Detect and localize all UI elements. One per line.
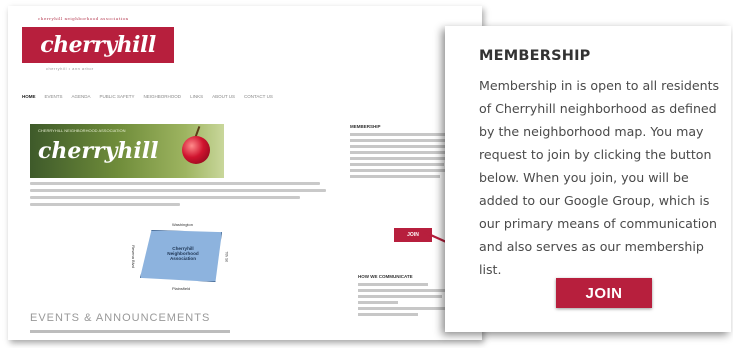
membership-callout: MEMBERSHIP Membership in is open to all … xyxy=(445,26,731,332)
callout-body: Membership in is open to all residents o… xyxy=(479,78,720,277)
events-first-item xyxy=(30,330,230,333)
site-nav: Home Events Agenda Public Safety Neighbo… xyxy=(22,94,352,99)
nav-item-home[interactable]: Home xyxy=(22,94,36,99)
callout-title: MEMBERSHIP xyxy=(479,48,591,64)
sidebar-join-button[interactable]: JOIN xyxy=(394,228,432,242)
cherry-icon xyxy=(182,136,210,164)
map-label-east: 7th St xyxy=(224,251,230,262)
nav-item-events[interactable]: Events xyxy=(45,94,63,99)
nav-item-contact-us[interactable]: Contact Us xyxy=(244,94,273,99)
nav-item-public-safety[interactable]: Public Safety xyxy=(100,94,135,99)
banner-title: cherryhill xyxy=(38,138,159,164)
join-button[interactable]: JOIN xyxy=(556,278,652,308)
hero-banner: CHERRYHILL NEIGHBORHOOD ASSOCIATION cher… xyxy=(30,124,224,178)
map-label-north: Washington xyxy=(172,222,193,227)
site-tagline-top: cherryhill neighborhood association xyxy=(38,16,129,21)
site-logo[interactable]: cherryhill xyxy=(22,27,174,63)
events-heading: EVENTS & ANNOUNCEMENTS xyxy=(30,312,211,324)
website-screenshot: cherryhill neighborhood association cher… xyxy=(8,6,482,340)
nav-item-about-us[interactable]: About Us xyxy=(212,94,235,99)
site-tagline-bottom: cherryhill • ann arbor xyxy=(46,66,94,71)
banner-caption: CHERRYHILL NEIGHBORHOOD ASSOCIATION xyxy=(38,128,126,133)
nav-item-neighborhood[interactable]: Neighborhood xyxy=(144,94,182,99)
site-logo-text: cherryhill xyxy=(40,32,156,58)
nav-item-agenda[interactable]: Agenda xyxy=(72,94,91,99)
map-label-south: Plainsfield xyxy=(172,286,191,291)
neighborhood-map: Washington Cherryhill Neighborhood Assoc… xyxy=(120,220,250,300)
map-center-label: Cherryhill Neighborhood Association xyxy=(167,246,199,261)
map-label-west: Revena Blvd xyxy=(130,245,136,268)
nav-item-links[interactable]: Links xyxy=(190,94,203,99)
intro-paragraph xyxy=(30,182,330,210)
